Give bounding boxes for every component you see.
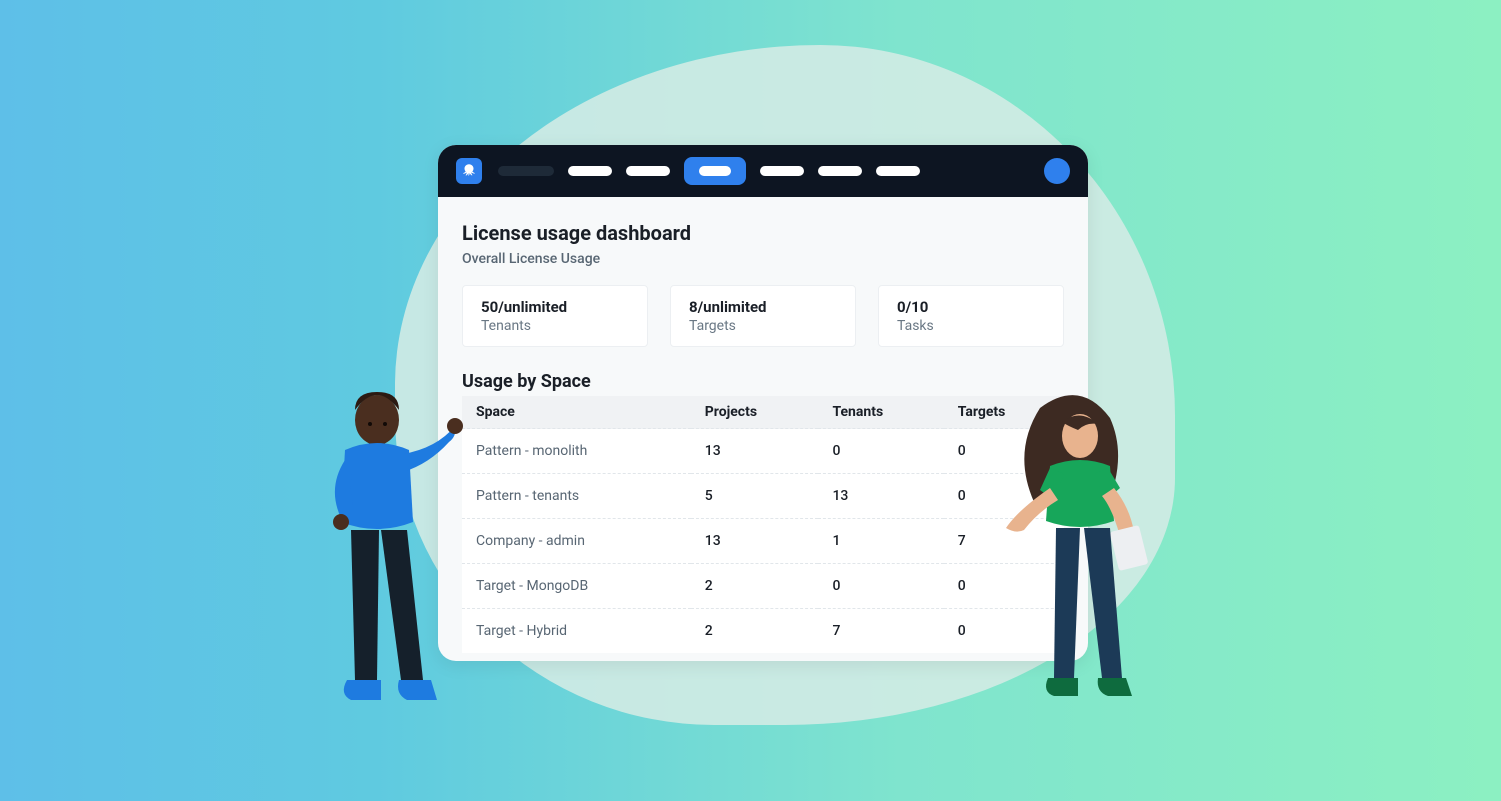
cell-space: Target - MongoDB: [462, 564, 691, 609]
cell-space: Pattern - tenants: [462, 474, 691, 519]
cell-space: Pattern - monolith: [462, 429, 691, 474]
titlebar: [438, 145, 1088, 197]
cell-tenants: 1: [818, 519, 943, 564]
th-tenants: Tenants: [818, 396, 943, 429]
overall-card: 0/10 Tasks: [878, 285, 1064, 347]
nav-pill-4[interactable]: [760, 166, 804, 176]
overall-card: 8/unlimited Targets: [670, 285, 856, 347]
cell-tenants: 0: [818, 429, 943, 474]
usage-table: Space Projects Tenants Targets Pattern -…: [462, 396, 1064, 653]
th-projects: Projects: [691, 396, 819, 429]
table-row[interactable]: Pattern - tenants5130: [462, 474, 1064, 519]
card-label: Tasks: [897, 318, 1045, 334]
card-label: Targets: [689, 318, 837, 334]
illustration-person-left: [295, 380, 465, 720]
card-value: 8/unlimited: [689, 298, 837, 316]
card-value: 50/unlimited: [481, 298, 629, 316]
app-logo-icon[interactable]: [456, 158, 482, 184]
octopus-icon: [460, 162, 478, 180]
nav-pill-5[interactable]: [818, 166, 862, 176]
page-title: License usage dashboard: [462, 221, 1064, 245]
th-space: Space: [462, 396, 691, 429]
cell-tenants: 0: [818, 564, 943, 609]
nav-pill-1[interactable]: [568, 166, 612, 176]
nav-tabs: [498, 157, 1028, 185]
cell-projects: 2: [691, 609, 819, 654]
page-subtitle: Overall License Usage: [462, 251, 1064, 267]
cell-space: Target - Hybrid: [462, 609, 691, 654]
cell-tenants: 13: [818, 474, 943, 519]
nav-pill-0[interactable]: [498, 166, 554, 176]
card-value: 0/10: [897, 298, 1045, 316]
table-row[interactable]: Company - admin1317: [462, 519, 1064, 564]
illustration-person-right: [990, 388, 1160, 718]
cell-projects: 5: [691, 474, 819, 519]
table-row[interactable]: Target - Hybrid270: [462, 609, 1064, 654]
overall-card: 50/unlimited Tenants: [462, 285, 648, 347]
table-row[interactable]: Pattern - monolith1300: [462, 429, 1064, 474]
card-label: Tenants: [481, 318, 629, 334]
nav-pill-2[interactable]: [626, 166, 670, 176]
cell-tenants: 7: [818, 609, 943, 654]
cell-space: Company - admin: [462, 519, 691, 564]
nav-pill-3[interactable]: [684, 157, 746, 185]
avatar[interactable]: [1044, 158, 1070, 184]
nav-pill-6[interactable]: [876, 166, 920, 176]
cell-projects: 13: [691, 519, 819, 564]
section-title: Usage by Space: [462, 371, 1064, 392]
cell-projects: 2: [691, 564, 819, 609]
table-row[interactable]: Target - MongoDB200: [462, 564, 1064, 609]
cell-projects: 13: [691, 429, 819, 474]
overall-cards: 50/unlimited Tenants 8/unlimited Targets 0/1…: [462, 285, 1064, 347]
